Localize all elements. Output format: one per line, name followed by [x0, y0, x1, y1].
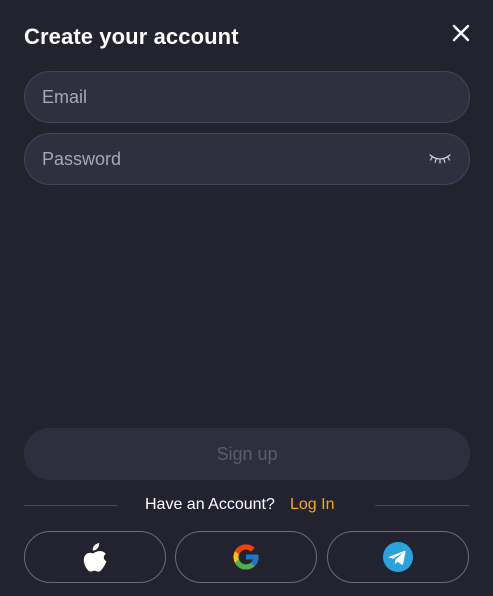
apple-login-button[interactable]: [24, 531, 166, 583]
close-icon: [452, 24, 470, 42]
have-account-text: Have an Account?: [145, 496, 275, 513]
signup-button[interactable]: Sign up: [24, 428, 470, 480]
close-button[interactable]: [448, 20, 474, 46]
password-input[interactable]: [25, 134, 469, 184]
email-field-wrapper: [24, 71, 470, 123]
email-input[interactable]: [25, 72, 469, 122]
apple-icon: [83, 542, 107, 572]
telegram-login-button[interactable]: [327, 531, 469, 583]
telegram-icon: [383, 542, 413, 572]
divider-left: [24, 505, 118, 506]
modal-title: Create your account: [24, 24, 239, 49]
password-visibility-toggle[interactable]: [427, 151, 453, 167]
signup-modal: Create your account Sign up Have an Acco…: [0, 0, 493, 596]
signup-button-label: Sign up: [216, 443, 278, 464]
google-icon: [233, 544, 259, 570]
google-login-button[interactable]: [175, 531, 317, 583]
login-link[interactable]: Log In: [290, 496, 334, 514]
password-field-wrapper: [24, 133, 470, 185]
divider-right: [375, 505, 470, 506]
eye-closed-icon: [429, 154, 451, 164]
login-prompt-row: Have an Account? Log In: [24, 494, 470, 518]
